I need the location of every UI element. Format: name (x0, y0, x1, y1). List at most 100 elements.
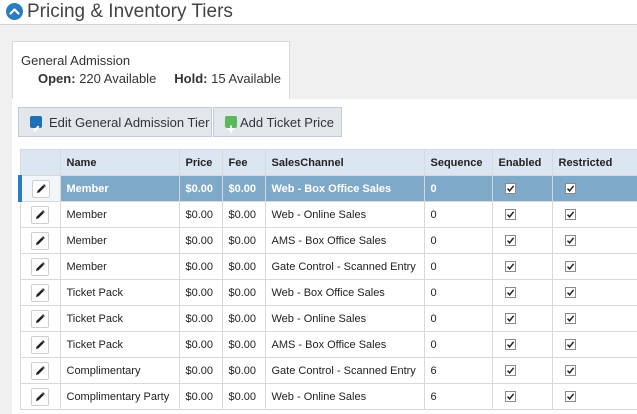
cell-saleschannel: Gate Control - Scanned Entry (264, 357, 425, 384)
enabled-checkbox[interactable] (504, 235, 516, 247)
edit-tier-button[interactable]: Edit General Admission Tier (18, 107, 212, 137)
cell-saleschannel: Web - Online Sales (264, 305, 425, 332)
cell-fee: $0.00 (221, 227, 266, 254)
cell-saleschannel: Gate Control - Scanned Entry (264, 253, 425, 280)
cell-saleschannel: Web - Box Office Sales (264, 175, 425, 202)
column-header-fee[interactable]: Fee (221, 149, 266, 176)
enabled-checkbox[interactable] (504, 183, 516, 195)
cell-restricted (551, 383, 637, 410)
cell-fee: $0.00 (221, 305, 266, 332)
row-edit-cell[interactable] (18, 175, 61, 202)
enabled-checkbox[interactable] (504, 365, 516, 377)
cell-fee: $0.00 (221, 383, 266, 410)
cell-saleschannel: Web - Online Sales (264, 201, 425, 228)
restricted-checkbox[interactable] (564, 183, 576, 195)
enabled-checkbox[interactable] (504, 209, 516, 221)
cell-price: $0.00 (178, 175, 223, 202)
enabled-checkbox[interactable] (504, 339, 516, 351)
row-edit-cell[interactable] (19, 383, 61, 410)
cell-name: Ticket Pack (59, 305, 180, 332)
enabled-checkbox[interactable] (504, 287, 516, 299)
pencil-icon[interactable] (31, 335, 49, 354)
table-row[interactable]: Ticket Pack $0.00 $0.00 Web - Online Sales 0 (19, 305, 637, 332)
add-ticket-price-button[interactable]: Add Ticket Price (213, 107, 342, 137)
row-edit-cell[interactable] (19, 253, 61, 280)
page-title: Pricing & Inventory Tiers (27, 1, 233, 22)
restricted-checkbox[interactable] (564, 339, 576, 351)
column-header-price[interactable]: Price (178, 149, 223, 176)
row-edit-cell[interactable] (19, 305, 61, 332)
column-header-saleschannel[interactable]: SalesChannel (264, 149, 425, 176)
column-header-restricted[interactable]: Restricted (551, 149, 637, 176)
table-row[interactable]: Complimentary Party $0.00 $0.00 Web - Onlin… (19, 383, 637, 410)
cell-restricted (551, 331, 637, 358)
cell-price: $0.00 (178, 331, 223, 358)
table-row[interactable]: Member $0.00 $0.00 Gate Control - Scanned E… (19, 253, 637, 280)
cell-name: Member (59, 227, 180, 254)
hold-label: Hold: (174, 71, 208, 86)
row-edit-cell[interactable] (19, 331, 61, 358)
cell-saleschannel: Web - Online Sales (264, 383, 425, 410)
table-row[interactable]: Ticket Pack $0.00 $0.00 AMS - Box Office Sa… (19, 331, 637, 358)
enabled-checkbox[interactable] (504, 391, 516, 403)
chevron-up-icon[interactable] (6, 3, 23, 20)
cell-price: $0.00 (178, 201, 223, 228)
row-edit-cell[interactable] (19, 279, 61, 306)
page-header: Pricing & Inventory Tiers (0, 0, 637, 25)
plus-icon (225, 116, 237, 133)
enabled-checkbox[interactable] (504, 313, 516, 325)
cell-fee: $0.00 (221, 201, 266, 228)
table-row[interactable]: Member $0.00 $0.00 AMS - Box Office Sales 0 (19, 227, 637, 254)
hold-value: 15 Available (211, 71, 282, 86)
pencil-icon[interactable] (31, 257, 49, 276)
cell-fee: $0.00 (221, 357, 266, 384)
restricted-checkbox[interactable] (564, 287, 576, 299)
column-header-sequence[interactable]: Sequence (423, 149, 493, 176)
cell-sequence: 0 (423, 201, 493, 228)
ticket-price-table: Name Price Fee SalesChannel Sequence Ena… (18, 149, 637, 410)
row-edit-cell[interactable] (19, 357, 61, 384)
row-edit-cell[interactable] (19, 201, 61, 228)
pencil-icon[interactable] (31, 205, 49, 224)
cell-name: Member (59, 175, 180, 202)
edit-tier-label: Edit General Admission Tier (49, 115, 210, 130)
table-row[interactable]: Member $0.00 $0.00 Web - Box Office Sales 0 (18, 175, 637, 202)
pencil-icon[interactable] (31, 283, 49, 302)
pencil-icon[interactable] (31, 309, 49, 328)
open-label: Open: (38, 71, 76, 86)
cell-name: Member (59, 253, 180, 280)
row-edit-cell[interactable] (19, 227, 61, 254)
cell-restricted (551, 201, 637, 228)
cell-name: Complimentary (59, 357, 180, 384)
table-row[interactable]: Member $0.00 $0.00 Web - Online Sales 0 (19, 201, 637, 228)
cell-fee: $0.00 (221, 331, 266, 358)
table-row[interactable]: Complimentary $0.00 $0.00 Gate Control - Sc… (19, 357, 637, 384)
cell-sequence: 6 (423, 357, 493, 384)
pencil-icon[interactable] (31, 361, 49, 380)
cell-restricted (551, 279, 637, 306)
restricted-checkbox[interactable] (564, 235, 576, 247)
restricted-checkbox[interactable] (564, 313, 576, 325)
enabled-checkbox[interactable] (504, 261, 516, 273)
cell-price: $0.00 (178, 305, 223, 332)
cell-enabled (491, 305, 553, 332)
restricted-checkbox[interactable] (564, 209, 576, 221)
cell-enabled (491, 279, 553, 306)
cell-saleschannel: AMS - Box Office Sales (264, 227, 425, 254)
cell-enabled (491, 331, 553, 358)
pencil-icon[interactable] (31, 179, 50, 198)
cell-price: $0.00 (178, 383, 223, 410)
cell-name: Member (59, 201, 180, 228)
cell-price: $0.00 (178, 357, 223, 384)
pencil-icon[interactable] (31, 387, 49, 406)
tier-stats: Open: 220 Available Hold: 15 Available (38, 71, 281, 86)
restricted-checkbox[interactable] (564, 261, 576, 273)
cell-sequence: 0 (423, 227, 493, 254)
table-row[interactable]: Ticket Pack $0.00 $0.00 Web - Box Office Sa… (19, 279, 637, 306)
restricted-checkbox[interactable] (564, 391, 576, 403)
restricted-checkbox[interactable] (564, 365, 576, 377)
column-header-name[interactable]: Name (59, 149, 180, 176)
pencil-icon[interactable] (31, 231, 49, 250)
column-header-enabled[interactable]: Enabled (491, 149, 553, 176)
cell-enabled (491, 201, 553, 228)
